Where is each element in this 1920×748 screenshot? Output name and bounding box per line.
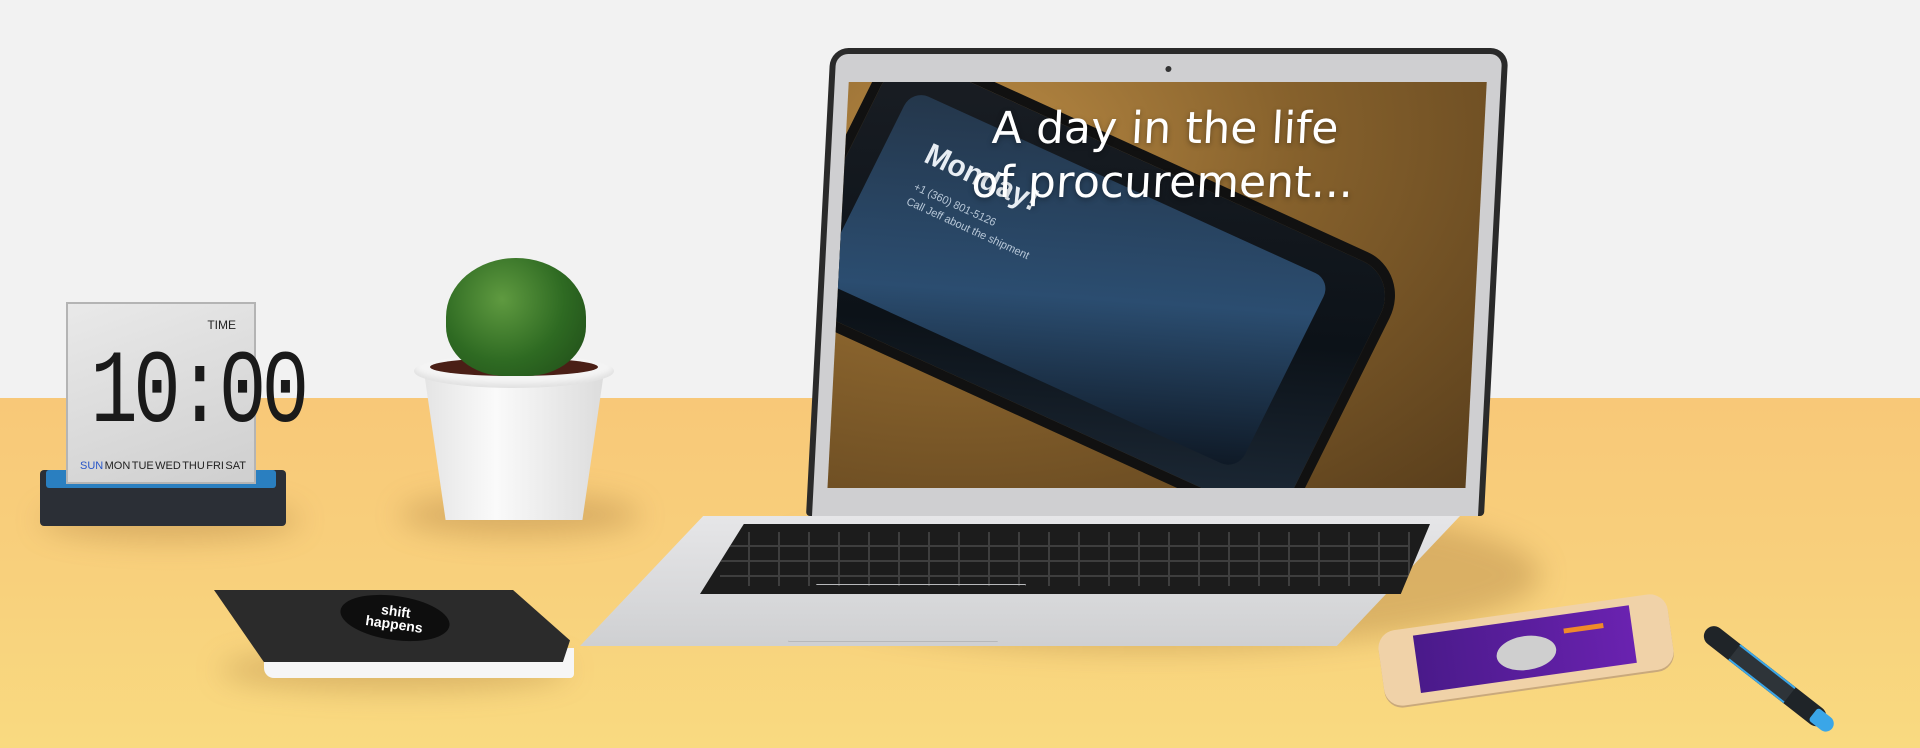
laptop-screen: Monday! +1 (360) 801-5126 Call Jeff abou…	[827, 82, 1487, 488]
webcam-icon	[1165, 66, 1172, 72]
clock-days: SUN MON TUE WED THU FRI SAT	[80, 460, 246, 472]
laptop-lid: Monday! +1 (360) 801-5126 Call Jeff abou…	[806, 48, 1509, 516]
smartphone-avatar	[1494, 631, 1559, 674]
clock-time: 10:00	[90, 335, 309, 453]
headline-line2: of procurement...	[970, 157, 1355, 208]
clock-day-mon: MON	[104, 460, 131, 472]
screen-headline: A day in the life of procurement...	[842, 102, 1486, 210]
notebook: shift happens	[214, 588, 574, 682]
clock-day-sun: SUN	[80, 460, 104, 472]
clock-day-fri: FRI	[206, 460, 224, 472]
clock-day-tue: TUE	[131, 460, 154, 472]
clock-day-sat: SAT	[225, 460, 246, 472]
digital-clock: TIME 10:00 SUN MON TUE WED THU FRI SAT	[66, 302, 309, 484]
laptop-keyboard	[700, 524, 1430, 594]
desk-scene: TIME 10:00 SUN MON TUE WED THU FRI SAT s…	[0, 0, 1920, 748]
flower-pot	[424, 372, 604, 520]
laptop-bezel: Monday! +1 (360) 801-5126 Call Jeff abou…	[812, 54, 1503, 516]
headline-line1: A day in the life	[990, 103, 1340, 154]
clock-day-wed: WED	[155, 460, 181, 472]
smartphone-button	[1563, 623, 1604, 634]
keyboard-keys	[720, 532, 1410, 586]
cactus-plant	[446, 258, 586, 376]
clock-label: TIME	[207, 318, 236, 332]
clock-day-thu: THU	[182, 460, 205, 472]
laptop-trackpad	[788, 584, 1026, 642]
